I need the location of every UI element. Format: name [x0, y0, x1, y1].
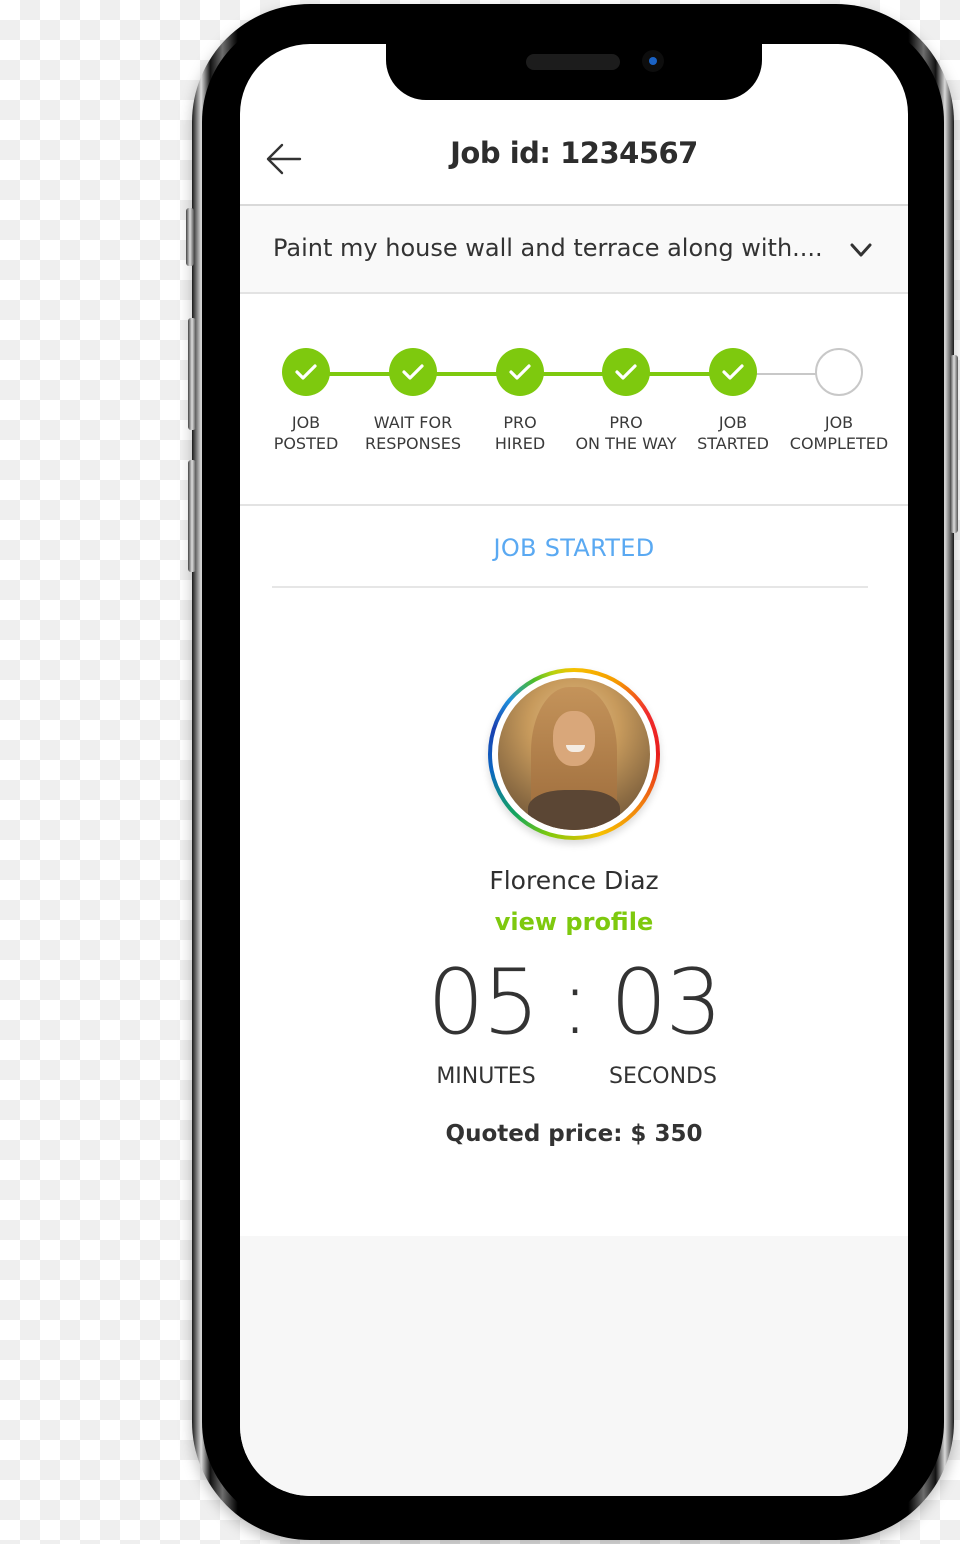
check-icon — [295, 364, 317, 380]
seconds-label: SECONDS — [609, 1064, 717, 1089]
step-label: JOB STARTED — [697, 413, 769, 453]
view-profile-link[interactable]: view profile — [240, 908, 908, 936]
divider — [272, 586, 868, 588]
volume-up-button — [188, 318, 196, 430]
job-description-text: Paint my house wall and terrace along wi… — [273, 234, 823, 262]
check-icon — [615, 364, 637, 380]
avatar-shirt — [528, 790, 620, 830]
step-label: PRO HIRED — [494, 413, 546, 453]
phone-notch — [386, 40, 762, 100]
avatar-face — [552, 711, 596, 767]
step-status-dot — [389, 348, 437, 396]
minutes-label: MINUTES — [436, 1064, 536, 1089]
step-wait-for-responses: WAIT FOR RESPONSES — [353, 348, 473, 454]
step-label: JOB COMPLETED — [789, 413, 889, 453]
step-status-dot — [709, 348, 757, 396]
step-label: PRO ON THE WAY — [575, 413, 677, 453]
chevron-down-icon[interactable] — [848, 240, 874, 260]
front-camera — [642, 50, 664, 72]
step-label: WAIT FOR RESPONSES — [364, 413, 461, 453]
check-icon — [509, 364, 531, 380]
check-icon — [402, 364, 424, 380]
check-icon — [722, 364, 744, 380]
app-screen: Job id: 1234567 Paint my house wall and … — [240, 44, 908, 1496]
bottom-panel — [240, 1236, 908, 1496]
step-status-dot-pending — [815, 348, 863, 396]
job-status-label: JOB STARTED — [493, 534, 655, 562]
step-job-started: JOB STARTED — [673, 348, 793, 454]
step-job-completed: JOB COMPLETED — [779, 348, 899, 454]
timer-seconds: 03 — [610, 950, 723, 1055]
step-pro-on-the-way: PRO ON THE WAY — [566, 348, 686, 454]
step-status-dot — [602, 348, 650, 396]
step-status-dot — [496, 348, 544, 396]
pro-name: Florence Diaz — [489, 866, 659, 895]
job-progress-stepper: JOB POSTED WAIT FOR RESPONSES PRO HIRED PRO… — [240, 294, 908, 506]
silent-switch — [186, 208, 194, 266]
step-status-dot — [282, 348, 330, 396]
power-button — [950, 355, 958, 533]
page-title: Job id: 1234567 — [450, 136, 698, 170]
speaker-grille — [526, 54, 620, 70]
step-label: JOB POSTED — [273, 413, 339, 453]
avatar-photo — [498, 678, 650, 830]
job-description-dropdown[interactable]: Paint my house wall and terrace along wi… — [240, 206, 908, 294]
step-pro-hired: PRO HIRED — [460, 348, 580, 454]
step-job-posted: JOB POSTED — [246, 348, 366, 454]
timer-separator: : — [559, 950, 590, 1055]
timer-minutes: 05 — [427, 950, 540, 1055]
volume-down-button — [188, 460, 196, 572]
job-timer: 05:03 — [240, 950, 908, 1055]
quoted-price: Quoted price: $ 350 — [445, 1121, 703, 1147]
pro-avatar[interactable] — [488, 668, 660, 840]
